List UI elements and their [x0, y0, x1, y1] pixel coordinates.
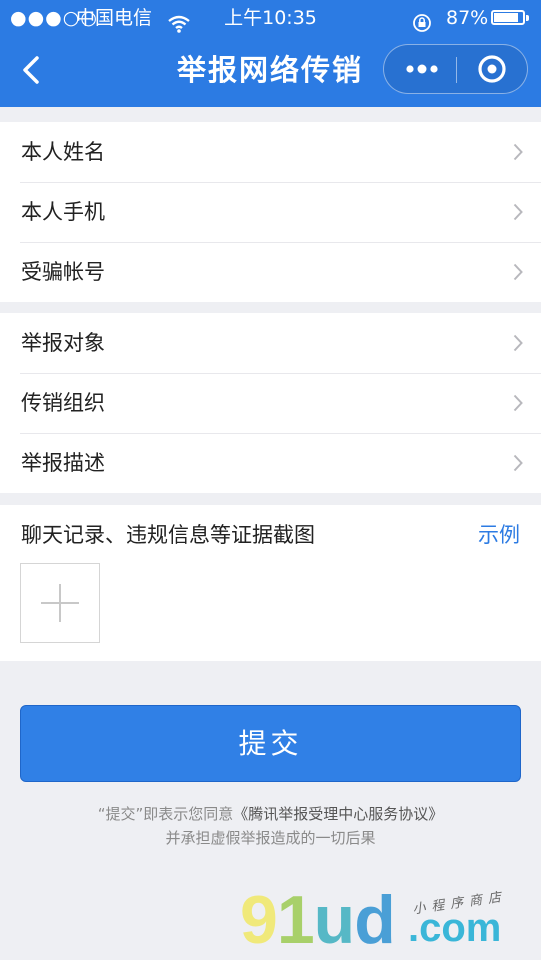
report-info-group: 举报对象 传销组织 举报描述 — [0, 313, 541, 493]
mini-program-capsule — [383, 44, 528, 94]
evidence-section: 聊天记录、违规信息等证据截图 示例 — [0, 505, 541, 661]
list-item-label: 传销组织 — [21, 391, 105, 415]
battery-icon — [491, 10, 529, 25]
chevron-right-icon — [513, 143, 523, 161]
app-header: ●●●○○ 中国电信 上午10:35 87% 举报网络传销 — [0, 0, 541, 107]
list-item-label: 本人手机 — [21, 200, 105, 224]
list-item-label: 受骗帐号 — [21, 260, 105, 284]
chevron-right-icon — [513, 203, 523, 221]
evidence-title: 聊天记录、违规信息等证据截图 — [21, 523, 315, 547]
more-button[interactable] — [396, 53, 448, 85]
watermark: 91ud .com 小程序商店 — [240, 880, 540, 960]
personal-info-group: 本人姓名 本人手机 受骗帐号 — [0, 122, 541, 302]
battery-percent: 87% — [446, 7, 489, 29]
list-item-account[interactable]: 受骗帐号 — [0, 242, 541, 302]
agreement-link[interactable]: 《腾讯举报受理中心服务协议》 — [233, 805, 443, 823]
agreement-prefix: “提交”即表示您同意 — [97, 805, 234, 823]
status-bar: ●●●○○ 中国电信 上午10:35 87% — [0, 0, 541, 36]
list-item-label: 举报描述 — [21, 451, 105, 475]
close-button[interactable] — [466, 53, 518, 85]
list-item-phone[interactable]: 本人手机 — [0, 182, 541, 242]
add-image-button[interactable] — [20, 563, 100, 643]
agreement-text: “提交”即表示您同意《腾讯举报受理中心服务协议》 并承担虚假举报造成的一切后果 — [0, 802, 541, 850]
example-link[interactable]: 示例 — [478, 519, 520, 549]
close-circle-icon — [478, 55, 506, 83]
list-item-name[interactable]: 本人姓名 — [0, 122, 541, 182]
battery-level — [494, 13, 519, 22]
list-item-organization[interactable]: 传销组织 — [0, 373, 541, 433]
more-dots-icon — [406, 64, 438, 74]
chevron-right-icon — [513, 263, 523, 281]
watermark-logo: 91ud — [240, 882, 396, 958]
plus-icon — [41, 584, 79, 622]
submit-button[interactable]: 提交 — [20, 705, 521, 782]
list-item-description[interactable]: 举报描述 — [0, 433, 541, 493]
chevron-right-icon — [513, 334, 523, 352]
page-title: 举报网络传销 — [176, 53, 363, 87]
back-button[interactable] — [12, 50, 52, 90]
list-item-target[interactable]: 举报对象 — [0, 313, 541, 373]
list-item-label: 举报对象 — [21, 331, 105, 355]
list-item-label: 本人姓名 — [21, 140, 105, 164]
agreement-line2: 并承担虚假举报造成的一切后果 — [165, 829, 376, 847]
chevron-left-icon — [23, 56, 39, 84]
chevron-right-icon — [513, 394, 523, 412]
chevron-right-icon — [513, 454, 523, 472]
nav-bar: 举报网络传销 — [0, 36, 541, 107]
